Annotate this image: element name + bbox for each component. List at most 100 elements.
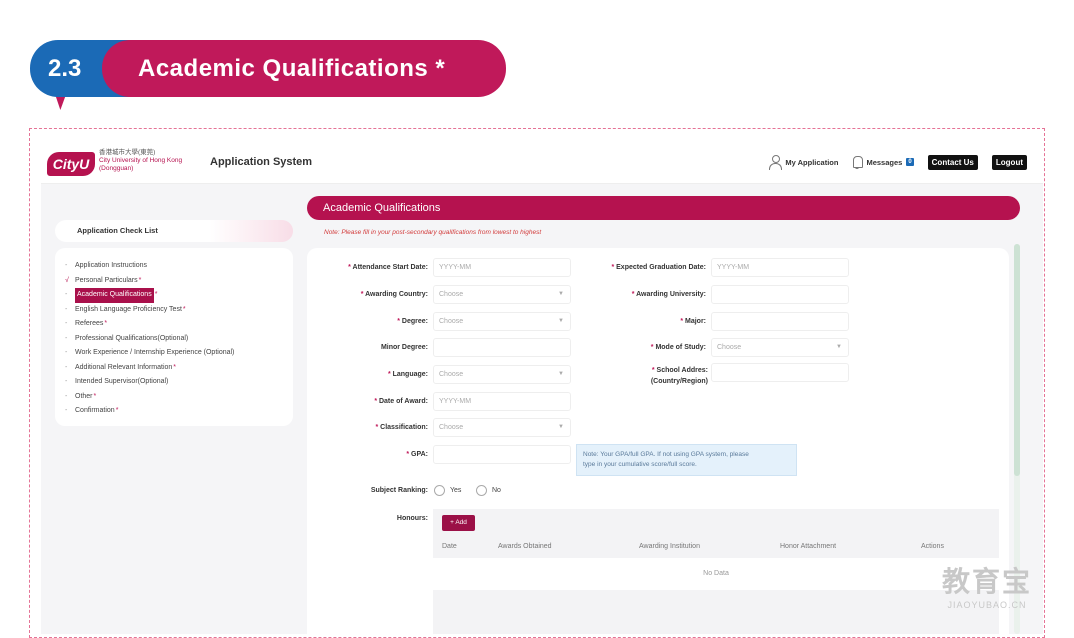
required-mark: * [93,392,97,400]
watermark-url: JIAOYUBAO.CN [947,600,1027,610]
date-of-award-input[interactable]: YYYY-MM [433,392,571,411]
checklist-mark: - [65,363,68,371]
major-label: * Major: [680,318,706,325]
required-mark: * [138,276,142,284]
scrollbar-thumb[interactable] [1014,244,1020,476]
column-header-date: Date [442,543,457,550]
watermark-text: 教育宝 [942,566,1033,597]
checklist-label: Other [75,392,93,400]
minor-degree-label: Minor Degree: [380,344,428,351]
major-input[interactable] [711,312,849,331]
messages-label: Messages [866,157,903,167]
university-name-en: City University of Hong Kong [99,157,183,164]
cityu-logo[interactable]: CityU [47,152,95,176]
checklist-label: Professional Qualifications(Optional) [75,334,189,342]
column-header-institution: Awarding Institution [639,543,700,550]
gpa-input[interactable] [433,445,571,464]
column-header-awards: Awards Obtained [498,543,552,550]
checklist-mark: - [65,262,68,269]
add-honour-button[interactable]: + Add [442,515,475,531]
classification-label: * Classification: [375,424,428,431]
attendance-start-input[interactable]: YYYY-MM [433,258,571,277]
app-screenshot: CityU 香港城市大學(東莞) City University of Hong… [41,140,1043,634]
checklist: - Application Instructions √ Personal Part… [55,248,293,426]
awarding-country-value: Choose [439,291,464,298]
my-application-label: My Application [785,157,839,167]
my-application-link[interactable]: My Application [769,155,839,170]
user-icon [769,155,783,170]
mode-of-study-select[interactable]: Choose ▼ [711,338,849,357]
checklist-label: Academic Qualifications [75,288,154,303]
checklist-mark: - [65,407,68,414]
required-mark: * [173,363,177,371]
minor-degree-input[interactable] [433,338,571,357]
required-mark: * [104,320,108,327]
checklist-item-work[interactable]: - Work Experience / Internship Experience… [65,346,293,361]
university-campus: (Dongguan) [99,165,134,172]
checklist-item-supervisor[interactable]: - Intended Supervisor(Optional) [65,375,293,390]
top-actions: My Application Messages 0 Contact Us Log… [769,153,1027,171]
checklist-label: English Language Proficiency Test [75,305,182,313]
checklist-label: Additional Relevant Information [75,363,173,371]
column-header-actions: Actions [921,543,944,550]
check-icon: √ [65,276,69,284]
language-select[interactable]: Choose ▼ [433,365,571,384]
language-label: * Language: [387,371,428,378]
ranking-yes-radio[interactable] [434,485,445,496]
checklist-label: Application Instructions [75,262,147,269]
chevron-down-icon: ▼ [558,371,564,377]
checklist-label: Referees [75,320,104,327]
awarding-university-label: * Awarding University: [631,291,706,298]
attendance-start-label: * Attendance Start Date: [348,264,428,271]
messages-link[interactable]: Messages 0 [852,155,914,169]
logout-button[interactable]: Logout [991,154,1027,170]
ranking-no-radio[interactable] [476,485,487,496]
classification-select[interactable]: Choose ▼ [433,418,571,437]
expected-grad-input[interactable]: YYYY-MM [711,258,849,277]
checklist-item-professional[interactable]: - Professional Qualifications(Optional) [65,332,293,347]
checklist-label: Personal Particulars [75,276,138,284]
chevron-down-icon: ▼ [558,291,564,297]
checklist-label: Intended Supervisor(Optional) [75,378,169,385]
checklist-item-additional[interactable]: - Additional Relevant Information * [65,361,293,376]
checklist-mark: - [65,378,68,385]
checklist-item-english[interactable]: - English Language Proficiency Test * [65,303,293,318]
classification-value: Choose [439,424,464,431]
mode-of-study-label: * Mode of Study: [650,344,706,351]
watermark: 教育宝 JIAOYUBAO.CN [942,560,1032,610]
checklist-mark: - [65,291,68,298]
awarding-country-label: * Awarding Country: [360,291,428,298]
checklist-mark: - [65,334,68,342]
checklist-item-referees[interactable]: - Referees * [65,317,293,332]
chevron-down-icon: ▼ [836,344,842,350]
empty-table-message: No Data [433,558,999,590]
degree-select[interactable]: Choose ▼ [433,312,571,331]
language-value: Choose [439,371,464,378]
checklist-title: Application Check List [55,220,293,242]
required-mark: * [115,407,119,414]
awarding-country-select[interactable]: Choose ▼ [433,285,571,304]
required-mark: * [154,291,158,298]
checklist-item-instructions[interactable]: - Application Instructions [65,259,293,274]
degree-value: Choose [439,318,464,325]
gpa-tooltip: Note: Your GPA/full GPA. If not using GP… [576,444,797,476]
chevron-down-icon: ▼ [558,424,564,430]
section-title: Academic Qualifications * [102,40,506,97]
instruction-note: Note: Please fill in your post-secondary… [324,229,542,236]
school-address-input[interactable] [711,363,849,382]
contact-us-button[interactable]: Contact Us [927,154,978,170]
main-heading: Academic Qualifications [307,196,1020,220]
checklist-item-personal[interactable]: √ Personal Particulars * [65,274,293,289]
messages-count-badge: 0 [906,158,914,166]
checklist-item-academic[interactable]: - Academic Qualifications * [65,288,293,303]
date-of-award-label: * Date of Award: [374,398,428,405]
checklist-item-confirmation[interactable]: - Confirmation * [65,404,293,419]
university-name: 香港城市大學(東莞) City University of Hong Kong … [99,149,182,173]
checklist-item-other[interactable]: - Other * [65,390,293,405]
checklist-mark: - [65,349,68,356]
section-header: 2.3 Academic Qualifications * [30,40,506,110]
column-header-attachment: Honor Attachment [780,543,837,550]
bell-icon [852,155,864,169]
checklist-label: Work Experience / Internship Experience … [75,349,235,356]
awarding-university-input[interactable] [711,285,849,304]
